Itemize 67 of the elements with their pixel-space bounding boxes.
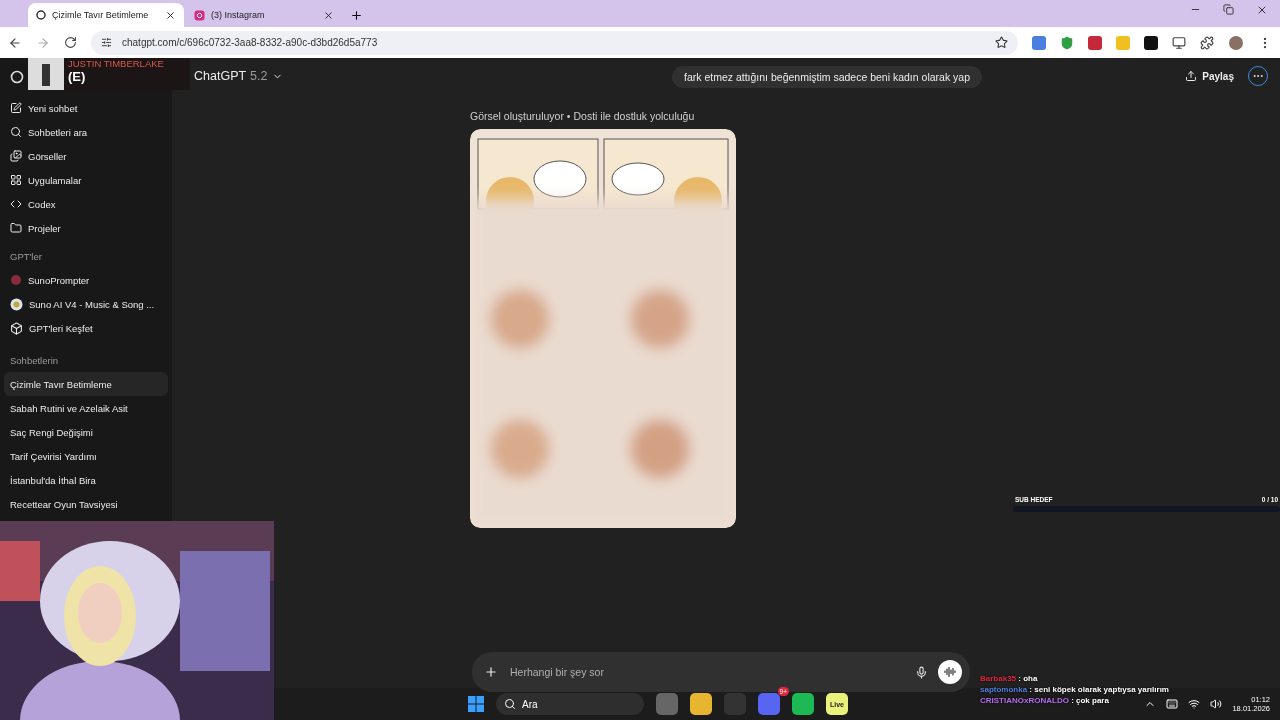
images-icon	[10, 150, 22, 162]
screen-icon	[1172, 35, 1186, 50]
cube-icon	[10, 321, 23, 335]
grid-icon	[10, 174, 22, 186]
browser-tab[interactable]: (3) Instagram	[186, 3, 342, 27]
section-heading: Sohbetlerin	[9, 353, 60, 368]
microphone-icon	[915, 665, 928, 679]
address-bar[interactable]: chatgpt.com/c/696c0732-3aa8-8332-a90c-d3bd26d5a773	[91, 30, 1018, 55]
windows-icon[interactable]	[468, 696, 484, 712]
share-icon	[1185, 70, 1198, 82]
close-icon	[165, 9, 176, 21]
chat-message: saptomonka : seni köpek olarak yaptıysa yarılırım	[980, 685, 1169, 694]
sidebar-item[interactable]: Sohbetleri ara	[4, 120, 168, 144]
url-text: chatgpt.com/c/696c0732-3aa8-8332-a90c-d3bd26d5a773	[122, 37, 379, 48]
search-icon	[504, 698, 516, 710]
waveform-icon	[944, 666, 956, 678]
site-settings-icon	[101, 37, 112, 48]
song-title: (E)	[68, 69, 87, 84]
artist-name: JUSTIN TIMBERLAKE	[68, 58, 164, 69]
code-icon	[10, 198, 22, 210]
back-icon	[8, 35, 22, 50]
section-heading: GPT'ler	[9, 249, 43, 264]
shield-icon	[1060, 35, 1074, 50]
new-tab-icon	[350, 9, 363, 22]
camera-icon	[194, 9, 205, 21]
restore-icon	[1223, 3, 1234, 15]
sidebar-item[interactable]: Görseller	[4, 144, 168, 168]
share-button[interactable]: Paylaş	[1185, 70, 1234, 82]
new-chat-icon	[10, 102, 22, 114]
chat-message: CRISTIANOxRONALDO : çok para	[980, 696, 1109, 705]
network-icon	[1188, 698, 1201, 710]
taskbar-search[interactable]: Ara	[496, 693, 644, 715]
browser-tab[interactable]: Çizimle Tavır Betimleme	[28, 3, 184, 27]
user-message: fark etmez attığını beğenmiştim sadece beni kadın olarak yap	[672, 66, 982, 88]
volume-icon	[1210, 698, 1223, 710]
close-icon	[323, 9, 334, 21]
chat-item[interactable]: İstanbul'da İthal Bira	[4, 468, 168, 492]
keyboard-icon	[1166, 698, 1179, 710]
bookmark-icon	[995, 36, 1008, 49]
sidebar-item[interactable]: Projeler	[4, 216, 168, 240]
extension-icon[interactable]	[1144, 35, 1158, 50]
chat-item[interactable]: Tarif Çevirisi Yardımı	[4, 444, 168, 468]
avatar-icon[interactable]	[1228, 34, 1244, 51]
plus-icon	[484, 665, 498, 679]
search-icon	[10, 126, 22, 138]
sidebar-item[interactable]: Yeni sohbet	[4, 96, 168, 120]
dot-icon	[10, 274, 22, 286]
chat-item[interactable]: Sabah Rutini ve Azelaik Asit	[4, 396, 168, 420]
chat-item[interactable]: Recettear Oyun Tavsiyesi	[4, 492, 168, 516]
folder-icon	[10, 222, 22, 234]
sidebar-item[interactable]: GPT'leri Keşfet	[4, 316, 168, 340]
model-selector[interactable]: ChatGPT 5.2	[194, 69, 283, 83]
chat-message: Barbak35 : oha	[980, 674, 1038, 683]
chat-item[interactable]: Çizimle Tavır Betimleme	[4, 372, 168, 396]
logo-icon[interactable]	[10, 70, 24, 84]
sidebar-item[interactable]: Codex	[4, 192, 168, 216]
chat-item[interactable]: Saç Rengi Değişimi	[4, 420, 168, 444]
message-input[interactable]: Herhangi bir şey sor	[508, 665, 905, 679]
reload-icon	[64, 36, 77, 49]
sidebar-item[interactable]: Suno AI V4 - Music & Song ...	[4, 292, 168, 316]
sidebar-item[interactable]: SunoPrompter	[4, 268, 168, 292]
disc-icon	[10, 297, 23, 311]
sidebar-item[interactable]: Uygulamalar	[4, 168, 168, 192]
forward-icon	[36, 35, 50, 50]
extensions-icon	[1200, 35, 1214, 50]
image-caption: Görsel oluşturuluyor • Dosti ile dostluk yolculuğu	[470, 110, 696, 122]
voice-button[interactable]	[938, 660, 962, 684]
